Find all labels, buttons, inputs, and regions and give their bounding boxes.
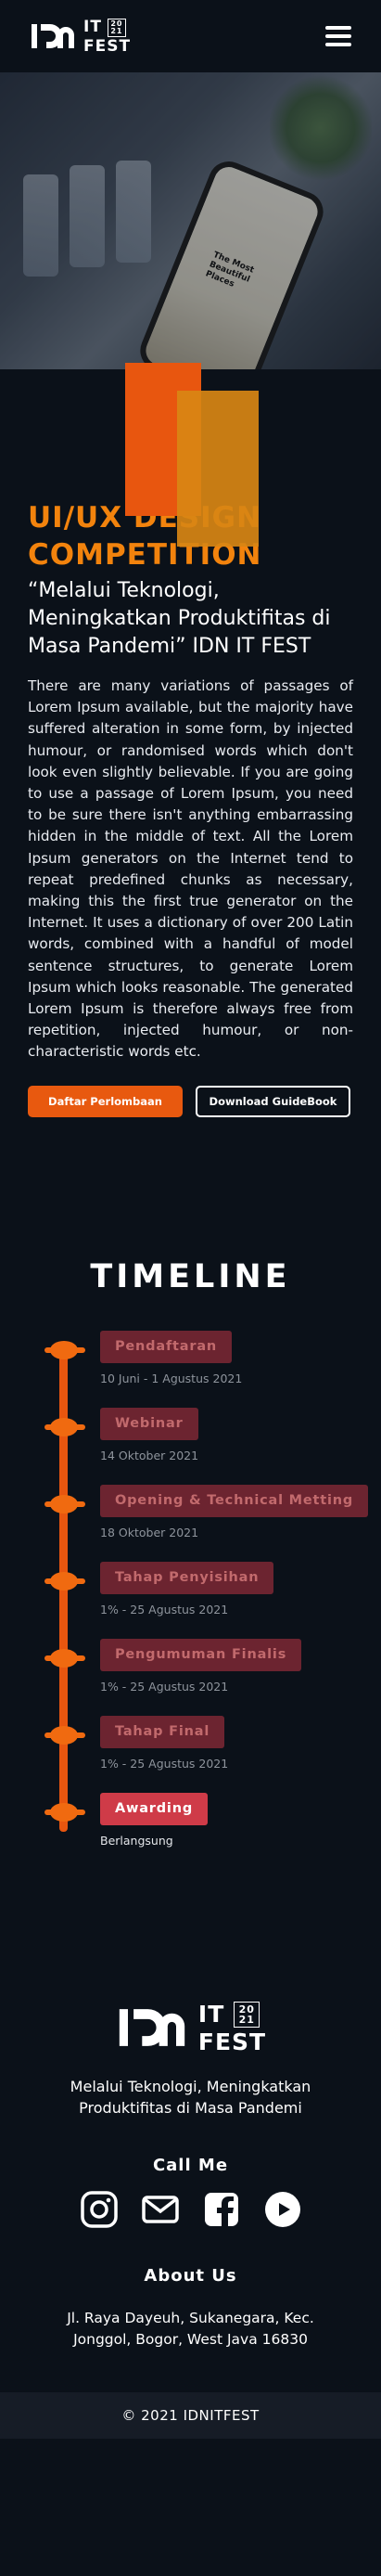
footer-address: Jl. Raya Dayeuh, Sukanegara, Kec. Jonggo… [67,2309,314,2348]
timeline-title: TIMELINE [90,1257,291,1295]
site-logo[interactable]: IT 20 21 FEST [30,18,132,56]
call-me-heading: Call Me [152,2155,229,2175]
timeline-dot-icon [44,1494,85,1513]
timeline-section: TIMELINE Pendaftaran 10 Juni - 1 Agustus… [0,1257,381,1848]
timeline-date: 14 Oktober 2021 [100,1448,199,1462]
footer-logo-wordmark: IT 20 21 FEST [197,2001,267,2055]
footer-logo[interactable]: IT 20 21 FEST [115,2001,267,2055]
competition-description: There are many variations of passages of… [28,677,353,1061]
logo-year: 20 21 [107,18,126,37]
timeline-badge-active: Awarding [100,1792,209,1825]
hamburger-icon[interactable] [325,26,351,46]
timeline-badge: Tahap Final [100,1715,225,1748]
idn-logo-icon [32,24,74,48]
timeline-dot-icon [44,1648,85,1668]
timeline-badge: Opening & Technical Metting [100,1484,369,1517]
footer-tagline: Melalui Teknologi, Meningkatkan Produkti… [70,2077,311,2117]
timeline-badge: Tahap Penyisihan [100,1561,274,1594]
logo-fest: FEST [83,36,132,56]
facebook-icon[interactable] [202,2190,241,2229]
plant-image [270,72,372,184]
timeline-date: 1% - 25 Agustus 2021 [100,1756,229,1771]
hero-banner: The Most Beautiful Places [0,72,381,547]
timeline-badge: Pengumuman Finalis [100,1638,302,1671]
timeline-date: 1% - 25 Agustus 2021 [100,1679,229,1694]
timeline-dot-icon [44,1417,85,1436]
timeline: Pendaftaran 10 Juni - 1 Agustus 2021 Web… [0,1330,381,1848]
competition-subtitle: “Melalui Teknologi, Meningkatkan Produkt… [28,579,331,658]
timeline-date: 1% - 25 Agustus 2021 [100,1602,229,1616]
mail-icon[interactable] [141,2190,180,2229]
action-buttons: Daftar Perlombaan Download GuideBook [28,1085,353,1117]
timeline-dot-icon [44,1571,85,1591]
hero-photo: The Most Beautiful Places [0,72,381,369]
social-links [0,2190,381,2229]
timeline-date: 18 Oktober 2021 [100,1525,199,1539]
download-guidebook-button[interactable]: Download GuideBook [196,1085,350,1117]
timeline-badge: Webinar [100,1407,198,1440]
decor-block-front [177,391,259,547]
instagram-icon[interactable] [80,2190,119,2229]
site-footer: IT 20 21 FEST Melalui Teknologi, Meningka… [0,2001,381,2439]
phone-image: The Most Beautiful Places [133,155,330,369]
timeline-dot-icon [44,1802,85,1822]
copyright-text: © 2021 IDNITFEST [121,2406,260,2424]
about-us-heading: About Us [144,2265,237,2286]
copyright-bar: © 2021 IDNITFEST [0,2391,381,2439]
timeline-date: Berlangsung [100,1833,173,1848]
timeline-dot-icon [44,1340,85,1359]
logo-it: IT [83,18,102,36]
site-header: IT 20 21 FEST [0,0,381,72]
phone-screen-text: The Most Beautiful Places [204,250,256,290]
idn-logo-icon [119,2008,185,2046]
logo-wordmark: IT 20 21 FEST [83,18,132,56]
youtube-icon[interactable] [263,2190,302,2229]
timeline-badge: Pendaftaran [100,1330,233,1363]
timeline-dot-icon [44,1725,85,1745]
timeline-date: 10 Juni - 1 Agustus 2021 [100,1371,243,1385]
register-button[interactable]: Daftar Perlombaan [28,1085,183,1117]
